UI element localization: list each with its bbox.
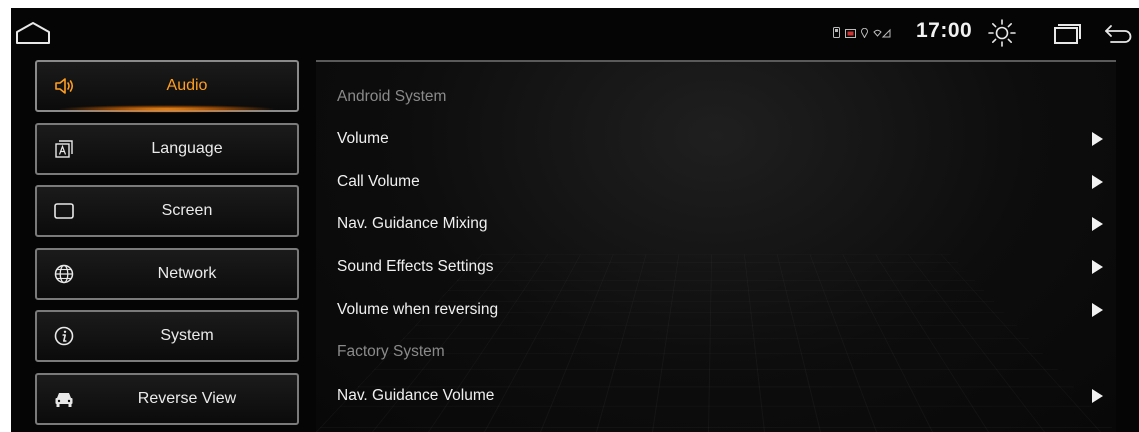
info-icon: [54, 326, 74, 346]
sidebar-item-label: Network: [157, 265, 217, 282]
screen-icon: [54, 203, 74, 219]
car-icon: [55, 393, 73, 407]
sidebar-item-reverse-view[interactable]: Reverse View: [35, 373, 299, 425]
sidebar-item-label: Screen: [161, 202, 213, 219]
setting-row-volume-when-reversing[interactable]: Volume when reversing: [316, 290, 1116, 330]
setting-row-label: Nav. Guidance Mixing: [337, 215, 488, 232]
status-icons: [833, 25, 891, 43]
section-header-label: Android System: [337, 88, 447, 105]
back-button[interactable]: [1101, 20, 1135, 46]
chevron-right-icon: [1092, 217, 1103, 231]
chevron-right-icon: [1092, 389, 1103, 403]
setting-row-sound-effects-settings[interactable]: Sound Effects Settings: [316, 247, 1116, 287]
chevron-right-icon: [1092, 303, 1103, 317]
language-icon: [55, 140, 73, 158]
section-header-android-system: Android System: [316, 77, 1116, 117]
setting-row-label: Call Volume: [337, 173, 420, 190]
speaker-icon: [55, 78, 74, 94]
setting-row-label: Volume: [337, 130, 389, 147]
setting-row-nav-guidance-volume[interactable]: Nav. Guidance Volume: [316, 376, 1116, 416]
chevron-right-icon: [1092, 260, 1103, 274]
sd-card-icon: [833, 25, 840, 43]
wifi-signal-icon: [873, 25, 891, 43]
section-header-label: Factory System: [337, 343, 445, 360]
sidebar-item-label: Reverse View: [137, 390, 237, 407]
setting-row-volume[interactable]: Volume: [316, 119, 1116, 159]
chevron-right-icon: [1092, 175, 1103, 189]
audio-settings-panel: Android System Volume Call Volume Nav. G…: [316, 60, 1116, 432]
sidebar-item-network[interactable]: Network: [35, 248, 299, 300]
chevron-right-icon: [1092, 132, 1103, 146]
setting-row-label: Volume when reversing: [337, 301, 499, 318]
home-button[interactable]: [13, 18, 53, 48]
sidebar-item-system[interactable]: System: [35, 310, 299, 362]
location-icon: [861, 25, 868, 43]
setting-row-label: Nav. Guidance Volume: [337, 387, 495, 404]
recents-button[interactable]: [1051, 20, 1083, 46]
setting-row-label: Sound Effects Settings: [337, 258, 494, 275]
head-unit-screen: 17:00 Audio Language Screen Network Syst…: [11, 8, 1139, 432]
sidebar-item-audio[interactable]: Audio: [35, 60, 299, 113]
back-icon: [1105, 25, 1132, 43]
brightness-icon: [988, 19, 1016, 47]
sidebar-item-label: System: [160, 327, 214, 344]
setting-row-nav-guidance-mixing[interactable]: Nav. Guidance Mixing: [316, 204, 1116, 244]
section-header-factory-system: Factory System: [316, 332, 1116, 372]
recents-icon: [1054, 24, 1081, 44]
sidebar-item-screen[interactable]: Screen: [35, 185, 299, 237]
status-clock: 17:00: [916, 19, 973, 42]
setting-row-call-volume[interactable]: Call Volume: [316, 162, 1116, 202]
brightness-button[interactable]: [987, 18, 1017, 48]
globe-icon: [54, 264, 74, 284]
sidebar-item-label: Audio: [166, 77, 208, 94]
sidebar-item-label: Language: [151, 140, 223, 157]
home-icon: [16, 22, 50, 44]
sidebar-item-language[interactable]: Language: [35, 123, 299, 175]
usb-icon: [845, 25, 856, 43]
